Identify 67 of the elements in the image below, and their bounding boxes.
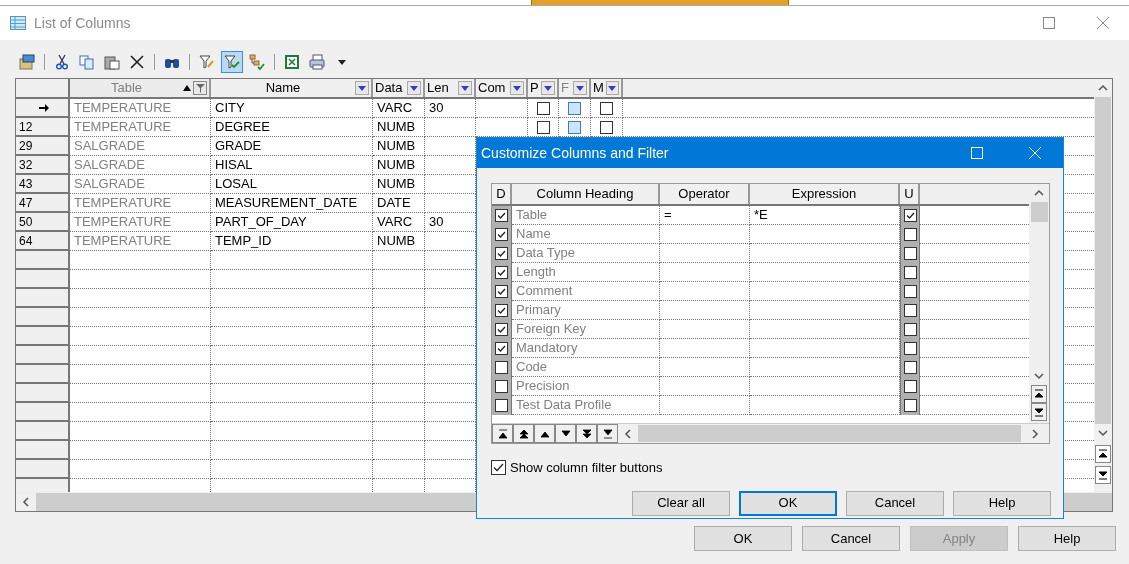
table-cell: Foreign Key [512, 320, 660, 339]
dialog-button[interactable]: Clear all [632, 490, 730, 516]
table-cell: NUMB [373, 232, 425, 251]
dialog-button[interactable]: OK [694, 526, 792, 551]
window-title: List of Columns [34, 13, 131, 33]
table-cell: NUMB [373, 137, 425, 156]
table-cell: GRADE [211, 137, 373, 156]
checkbox-label: Show column filter buttons [510, 459, 663, 477]
row-number: 32 [19, 156, 33, 174]
dialog-title: Customize Columns and Filter [481, 143, 670, 163]
row-number: 29 [19, 137, 33, 155]
column-header: F [561, 79, 570, 97]
row-number: 47 [19, 194, 33, 212]
table-cell: Length [512, 263, 660, 282]
column-header: U [904, 185, 914, 204]
column-header: Column Heading [536, 185, 634, 204]
column-header: Com [478, 79, 507, 97]
table-cell: Test Data Profile [512, 396, 660, 415]
table-cell: Mandatory [512, 339, 660, 358]
row-number: 50 [19, 213, 33, 231]
table-cell: NUMB [373, 156, 425, 175]
table-cell: SALGRADE [70, 137, 211, 156]
dialog-button[interactable]: Help [953, 490, 1051, 516]
table-cell: MEASUREMENT_DATE [211, 194, 373, 213]
table-cell: Primary [512, 301, 660, 320]
dialog-button[interactable]: Cancel [846, 490, 944, 516]
column-header: Expression [791, 185, 857, 204]
table-cell: PART_OF_DAY [211, 213, 373, 232]
table-cell: TEMPERATURE [70, 194, 211, 213]
table-cell: Comment [512, 282, 660, 301]
table-cell: TEMPERATURE [70, 99, 211, 118]
table-cell: Precision [512, 377, 660, 396]
table-cell: TEMP_ID [211, 232, 373, 251]
table-cell: SALGRADE [70, 156, 211, 175]
dialog-button[interactable]: OK [739, 490, 837, 516]
column-header: D [496, 185, 506, 204]
table-cell: NUMB [373, 118, 425, 137]
table-cell: TEMPERATURE [70, 118, 211, 137]
column-header: M [593, 79, 604, 97]
table-cell: CITY [211, 99, 373, 118]
column-header: Table [109, 79, 144, 97]
table-cell: VARC [373, 99, 425, 118]
table-cell: VARC [373, 213, 425, 232]
table-cell: DATE [373, 194, 425, 213]
column-header: Len [427, 79, 450, 97]
table-cell: TEMPERATURE [70, 213, 211, 232]
dialog-button[interactable]: Cancel [802, 526, 900, 551]
table-cell: Code [512, 358, 660, 377]
table-cell: TEMPERATURE [70, 232, 211, 251]
table-cell: DEGREE [211, 118, 373, 137]
table-cell: SALGRADE [70, 175, 211, 194]
column-header: Operator [678, 185, 730, 204]
table-cell: Table [512, 206, 660, 225]
table-cell: Name [512, 225, 660, 244]
row-number: 12 [19, 118, 33, 136]
table-cell: 30 [425, 99, 476, 118]
row-number: 64 [19, 232, 33, 250]
dialog-button[interactable]: Help [1018, 526, 1116, 551]
column-header: Name [264, 79, 302, 97]
row-number: 43 [19, 175, 33, 193]
column-header: Data [375, 79, 404, 97]
table-cell: Data Type [512, 244, 660, 263]
table-cell: = [660, 206, 750, 225]
table-cell: LOSAL [211, 175, 373, 194]
column-header: P [530, 79, 539, 97]
table-cell: NUMB [373, 175, 425, 194]
table-cell: HISAL [211, 156, 373, 175]
